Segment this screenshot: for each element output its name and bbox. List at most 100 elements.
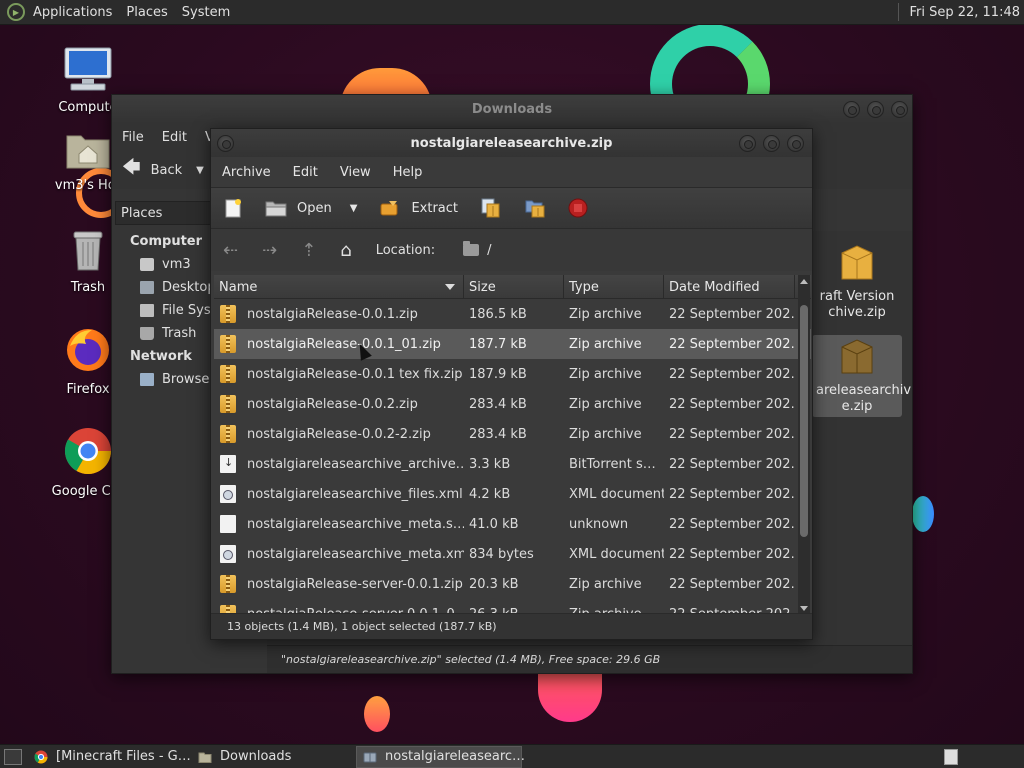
distro-logo-icon[interactable]: ▶: [7, 3, 25, 21]
sidebar-item-desktop[interactable]: Desktop: [140, 280, 216, 295]
location-path[interactable]: /: [463, 241, 491, 258]
menu-file[interactable]: File: [122, 130, 144, 145]
menu-edit[interactable]: Edit: [293, 165, 318, 180]
clock[interactable]: Fri Sep 22, 11:48: [909, 5, 1024, 20]
system-menu[interactable]: System: [182, 5, 230, 20]
scrollbar-thumb[interactable]: [800, 305, 808, 537]
file-date: 22 September 202…: [669, 366, 795, 382]
file-date: 22 September 202…: [669, 396, 795, 412]
workspace-switcher[interactable]: [944, 749, 958, 765]
file-date: 22 September 202…: [669, 336, 795, 352]
file-date: 22 September 202…: [669, 426, 795, 442]
show-desktop-button[interactable]: [4, 748, 22, 765]
sidebar-item-filesystem[interactable]: File Syst: [140, 303, 216, 318]
home-icon[interactable]: ⌂: [340, 240, 351, 261]
add-folder-button[interactable]: [524, 197, 546, 219]
up-arrow-icon[interactable]: ⇡: [301, 240, 316, 261]
menu-view[interactable]: View: [340, 165, 371, 180]
file-list-body: nostalgiaRelease-0.0.1.zip 186.5 kB Zip ar…: [214, 299, 811, 615]
new-archive-button[interactable]: [223, 198, 243, 218]
file-date: 22 September 202…: [669, 576, 795, 592]
close-button[interactable]: [787, 135, 804, 152]
menu-help[interactable]: Help: [393, 165, 423, 180]
file-size: 4.2 kB: [469, 486, 511, 502]
sidebar-item-label: File Syst: [162, 303, 216, 318]
forward-arrow-icon[interactable]: ⇢: [262, 240, 277, 261]
archive-titlebar[interactable]: nostalgiareleasearchive.zip: [211, 129, 812, 157]
column-header-name[interactable]: Name: [214, 275, 464, 298]
column-header-type[interactable]: Type: [564, 275, 664, 298]
chevron-down-icon[interactable]: ▼: [350, 203, 358, 214]
taskbar-item-chrome[interactable]: [Minecraft Files - G…: [28, 746, 191, 768]
sidebar-item-vm3[interactable]: vm3: [140, 257, 191, 272]
column-header-size[interactable]: Size: [464, 275, 564, 298]
stop-button[interactable]: [568, 198, 588, 218]
file-type: Zip archive: [569, 306, 642, 322]
close-button[interactable]: [891, 101, 908, 118]
applications-menu[interactable]: Applications: [33, 5, 112, 20]
computer-icon: [64, 47, 112, 91]
archive-manager-icon: [363, 752, 377, 762]
column-header-date[interactable]: Date Modified: [664, 275, 795, 298]
file-name-cell: nostalgiaRelease-0.0.2-2.zip: [214, 425, 464, 443]
maximize-button[interactable]: [763, 135, 780, 152]
file-row[interactable]: nostalgiaRelease-0.0.1.zip 186.5 kB Zip ar…: [214, 299, 811, 329]
chevron-down-icon[interactable]: ▼: [196, 165, 204, 176]
add-files-button[interactable]: [480, 197, 502, 219]
places-selector[interactable]: Places: [115, 201, 215, 225]
file-item-selected[interactable]: areleasearchiv e.zip: [812, 335, 911, 417]
location-bar: ⇠ ⇢ ⇡ ⌂ Location: /: [211, 229, 812, 271]
sidebar-item-trash[interactable]: Trash: [140, 326, 196, 341]
firefox-icon: [67, 329, 109, 371]
minimize-button[interactable]: [843, 101, 860, 118]
menu-edit[interactable]: Edit: [162, 130, 187, 145]
network-icon: [140, 373, 154, 386]
extract-icon: [380, 201, 398, 216]
extract-button[interactable]: Extract: [379, 199, 458, 217]
minimize-button[interactable]: [739, 135, 756, 152]
panel-separator: [898, 3, 904, 21]
back-button[interactable]: 🡄 Back ▼: [122, 155, 204, 185]
taskbar-item-archive-manager[interactable]: nostalgiareleasearc…: [356, 745, 525, 768]
file-item[interactable]: raft Version chive.zip: [812, 243, 902, 321]
file-type: Zip archive: [569, 366, 642, 382]
scroll-up-icon[interactable]: [800, 279, 808, 284]
open-button[interactable]: Open ▼: [265, 199, 357, 217]
column-label: Size: [469, 280, 496, 295]
xml-file-icon: [220, 485, 236, 503]
taskbar-item-downloads[interactable]: Downloads: [192, 746, 352, 768]
task-label: Downloads: [220, 749, 292, 764]
home-icon: [140, 258, 154, 271]
sort-indicator-icon: [445, 284, 455, 290]
file-name-cell: nostalgiaRelease-server-0.0.1.zip: [214, 575, 464, 593]
scroll-down-icon[interactable]: [800, 606, 808, 611]
sidebar-section-computer: Computer: [130, 234, 203, 249]
downloads-titlebar[interactable]: Downloads: [112, 95, 912, 123]
bottom-taskbar: [Minecraft Files - G… Downloads nostalgi…: [0, 744, 1024, 768]
xml-file-icon: [220, 545, 236, 563]
file-row[interactable]: nostalgiareleasearchive_files.xml 4.2 kB X…: [214, 479, 811, 509]
file-row[interactable]: nostalgiaRelease-0.0.1 tex fix.zip 187.9 …: [214, 359, 811, 389]
file-row[interactable]: nostalgiaRelease-server-0.0.1.zip 20.3 kB…: [214, 569, 811, 599]
file-row[interactable]: nostalgiaRelease-0.0.2-2.zip 283.4 kB Zip …: [214, 419, 811, 449]
file-row[interactable]: nostalgiareleasearchive_meta.s… 41.0 kB un…: [214, 509, 811, 539]
file-size: 41.0 kB: [469, 516, 519, 532]
column-label: Date Modified: [669, 280, 760, 295]
file-row[interactable]: nostalgiareleasearchive_meta.xml 834 byte…: [214, 539, 811, 569]
archive-icon: [841, 245, 873, 280]
window-menu-button[interactable]: [217, 135, 234, 152]
places-menu[interactable]: Places: [126, 5, 167, 20]
menu-archive[interactable]: Archive: [222, 165, 271, 180]
vertical-scrollbar[interactable]: [798, 275, 810, 615]
file-date: 22 September 202…: [669, 486, 795, 502]
maximize-button[interactable]: [867, 101, 884, 118]
file-row[interactable]: nostalgiareleasearchive_archive.… 3.3 kB B…: [214, 449, 811, 479]
file-row-selected[interactable]: nostalgiaRelease-0.0.1_01.zip 187.7 kB Zip…: [214, 329, 811, 359]
file-type: XML document: [569, 546, 664, 562]
file-row[interactable]: nostalgiaRelease-0.0.2.zip 283.4 kB Zip ar…: [214, 389, 811, 419]
open-label: Open: [297, 200, 332, 216]
task-label: [Minecraft Files - G…: [56, 749, 191, 764]
back-arrow-icon[interactable]: ⇠: [223, 240, 238, 261]
column-label: Type: [569, 280, 599, 295]
file-label: e.zip: [841, 399, 873, 414]
